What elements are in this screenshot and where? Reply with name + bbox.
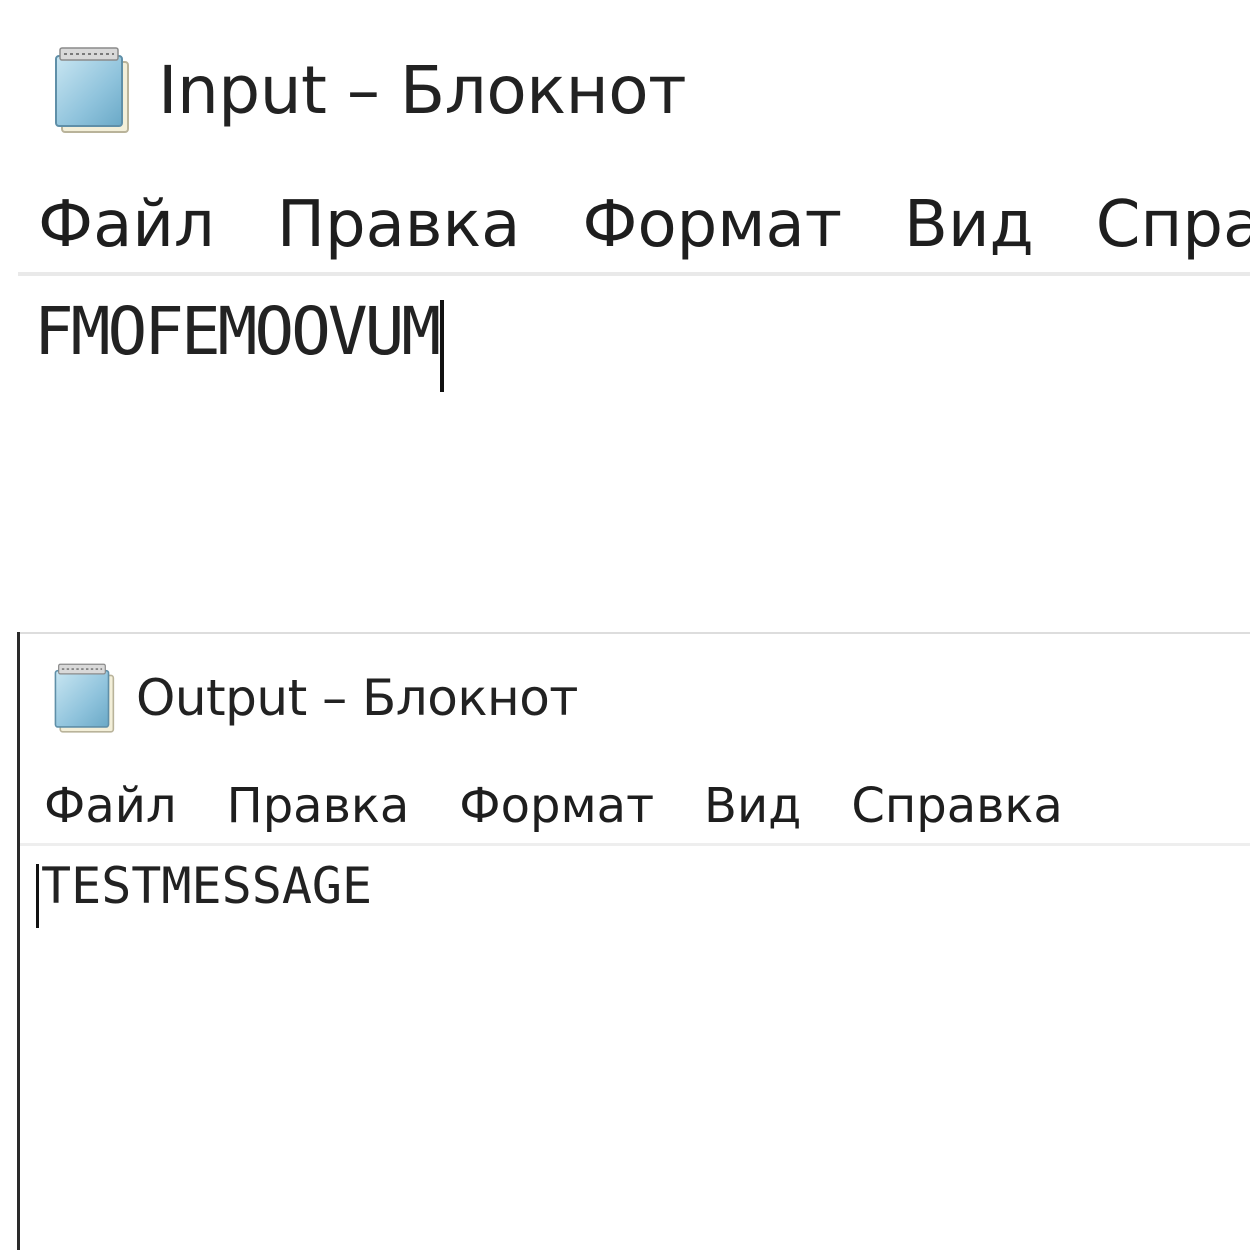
menu-edit[interactable]: Правка [277,188,521,262]
menu-view[interactable]: Вид [704,778,801,834]
menu-help[interactable]: Справка [1096,188,1250,262]
title-bar: Input – Блокнот [52,44,687,136]
text-caret [440,299,445,392]
text-editor-area[interactable]: FMOFEMOOVUM [34,290,445,392]
menu-bar: Файл Правка Формат Вид Справка [44,778,1113,834]
window-title: Output – Блокнот [136,669,578,727]
notepad-icon [52,661,120,735]
window-top-border [17,632,1250,634]
output-notepad-window: Output – Блокнот Файл Правка Формат Вид … [0,632,1250,1250]
title-bar: Output – Блокнот [52,662,578,734]
text-caret [36,863,39,928]
menu-divider [20,843,1250,846]
menu-divider [18,272,1250,276]
menu-file[interactable]: Файл [38,188,215,262]
menu-bar: Файл Правка Формат Вид Справка [38,188,1250,262]
menu-help[interactable]: Справка [851,778,1062,834]
notepad-icon [52,44,136,136]
menu-format[interactable]: Формат [582,188,842,262]
menu-format[interactable]: Формат [459,778,654,834]
editor-text[interactable]: TESTMESSAGE [41,857,372,915]
window-title: Input – Блокнот [158,51,687,129]
menu-view[interactable]: Вид [904,188,1034,262]
menu-edit[interactable]: Правка [227,778,410,834]
window-left-border [17,632,20,1250]
text-editor-area[interactable]: TESTMESSAGE [36,854,372,928]
input-notepad-window: Input – Блокнот Файл Правка Формат Вид С… [0,0,1250,620]
editor-text[interactable]: FMOFEMOOVUM [34,293,441,370]
menu-file[interactable]: Файл [44,778,177,834]
